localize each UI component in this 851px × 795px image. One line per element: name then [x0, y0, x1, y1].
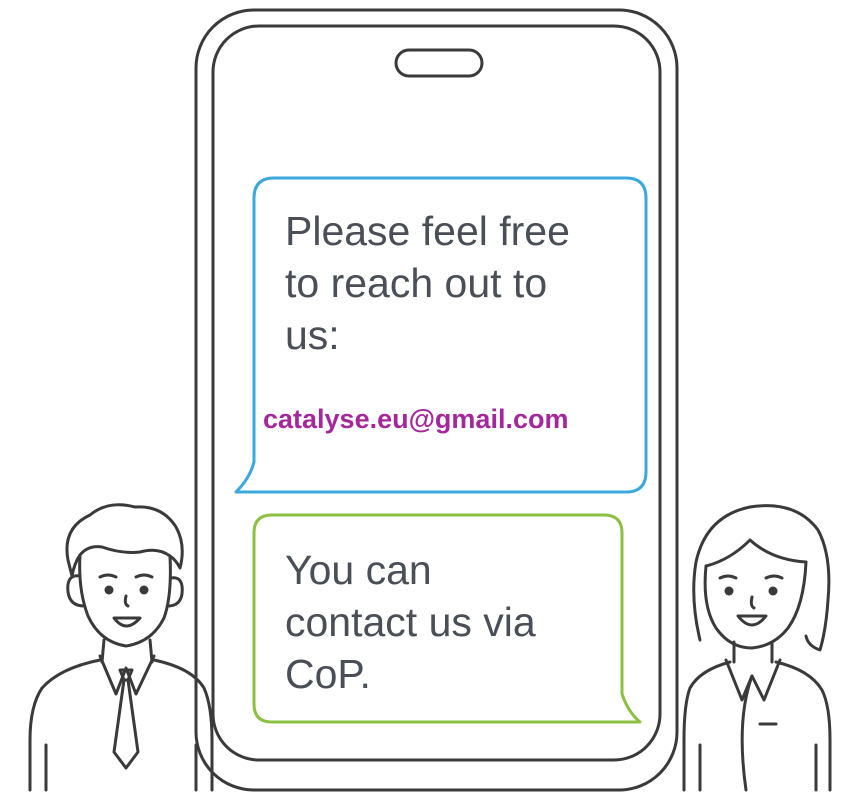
woman-avatar-icon — [682, 504, 832, 792]
bubble-bottom-line-3: CoP. — [285, 651, 371, 697]
bubble-top-line-1: Please feel free — [285, 208, 570, 254]
chat-bubble-blue: Please feel free to reach out to us: cat… — [234, 176, 648, 494]
bubble-bottom-line-1: You can — [285, 547, 432, 593]
email-link[interactable]: catalyse.eu@gmail.com — [263, 404, 568, 434]
chat-illustration: Please feel free to reach out to us: cat… — [28, 8, 832, 792]
bubble-top-line-3: us: — [285, 312, 340, 358]
phone-speaker-icon — [394, 48, 484, 78]
bubble-bottom-line-2: contact us via — [285, 599, 536, 645]
bubble-top-line-2: to reach out to — [285, 260, 547, 306]
man-avatar-icon — [28, 503, 214, 792]
chat-bubble-green: You can contact us via CoP. — [252, 513, 642, 724]
